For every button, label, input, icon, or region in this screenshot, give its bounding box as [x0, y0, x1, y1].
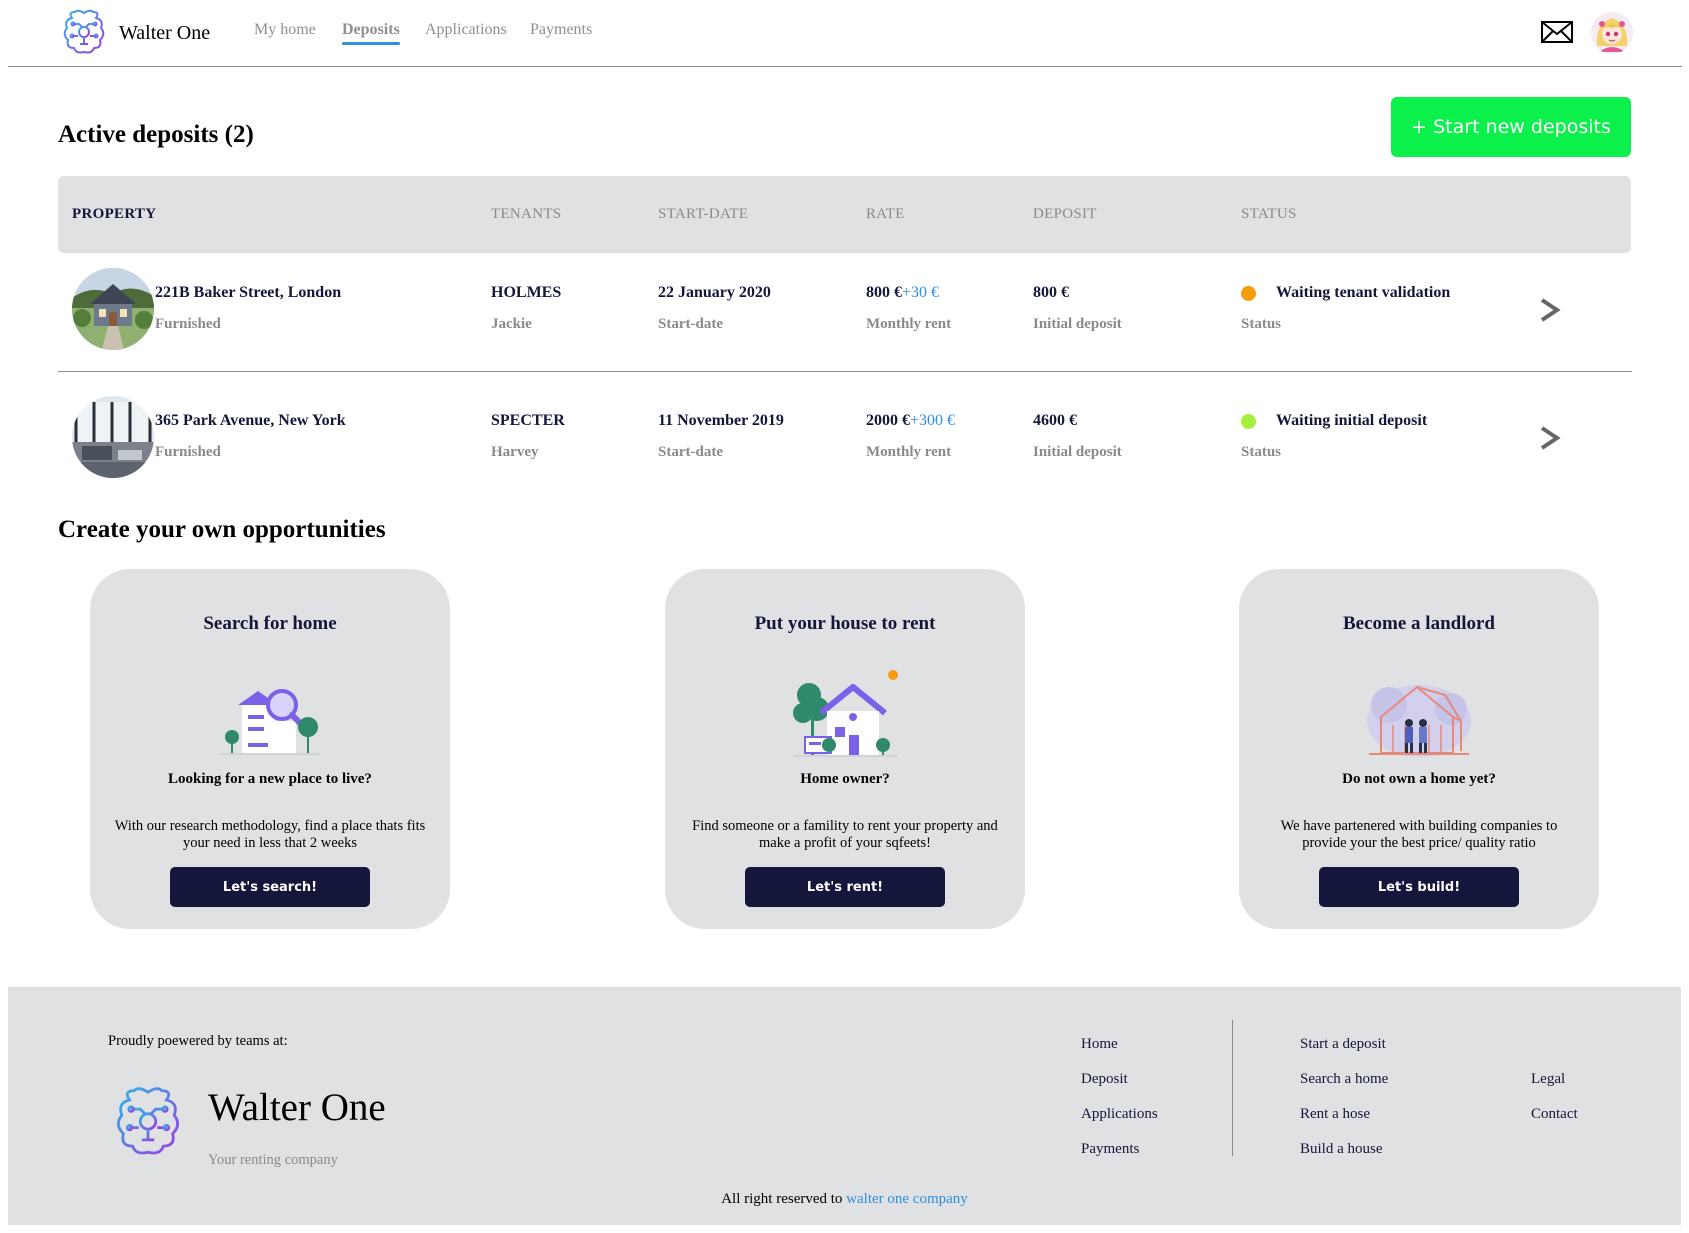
brain-circuit-logo-icon	[117, 1087, 179, 1155]
footer-link-search-home[interactable]: Search a home	[1300, 1071, 1388, 1088]
mail-icon[interactable]	[1541, 21, 1573, 43]
top-navigation-bar: Walter One My home Deposits Applications…	[8, 0, 1682, 67]
deposit-value: 4600 €	[1033, 412, 1077, 429]
start-date-value: 11 November 2019	[658, 412, 784, 429]
start-date-value: 22 January 2020	[658, 284, 771, 301]
lets-build-button[interactable]: Let's build!	[1319, 867, 1519, 907]
footer-link-home[interactable]: Home	[1081, 1036, 1118, 1053]
deposit-value: 800 €	[1033, 284, 1069, 301]
property-address: 221B Baker Street, London	[155, 284, 342, 301]
card-question: Do not own a home yet?	[1342, 771, 1496, 787]
property-address: 365 Park Avenue, New York	[155, 412, 346, 429]
property-photo	[72, 268, 154, 350]
column-header-deposit: DEPOSIT	[1033, 206, 1097, 222]
nav-my-home[interactable]: My home	[254, 21, 316, 39]
company-link[interactable]: walter one company	[846, 1191, 968, 1207]
footer-brand: Walter One	[208, 1086, 386, 1129]
user-avatar[interactable]	[1591, 12, 1633, 54]
start-date-label: Start-date	[658, 444, 723, 460]
tenant-last-name: SPECTER	[491, 412, 565, 429]
nav-applications[interactable]: Applications	[425, 21, 507, 39]
footer-link-applications[interactable]: Applications	[1081, 1106, 1158, 1123]
column-header-status: STATUS	[1241, 206, 1297, 222]
card-question: Home owner?	[800, 771, 890, 787]
chevron-right-icon[interactable]	[1539, 425, 1561, 451]
card-title: Become a landlord	[1343, 613, 1495, 634]
deposit-label: Initial deposit	[1033, 444, 1122, 460]
row-divider	[58, 371, 1632, 372]
chevron-right-icon[interactable]	[1539, 297, 1561, 323]
active-deposits-title: Active deposits (2)	[58, 121, 254, 148]
card-title: Put your house to rent	[754, 613, 936, 634]
opportunity-card-search: Search for home Looking for a new place …	[90, 569, 450, 929]
start-date-label: Start-date	[658, 316, 723, 332]
column-header-property: PROPERTY	[72, 206, 157, 222]
status-label: Status	[1241, 316, 1282, 332]
brand-name: Walter One	[119, 22, 211, 44]
lets-rent-button[interactable]: Let's rent!	[745, 867, 945, 907]
deposit-row[interactable]: 221B Baker Street, London Furnished HOLM…	[58, 262, 1631, 372]
opportunity-card-landlord: Become a landlord Do not own a home yet?…	[1239, 569, 1599, 929]
footer: Proudly poewered by teams at: Walter One…	[8, 987, 1681, 1225]
rent-value: 800 €+30 €	[866, 284, 939, 302]
column-header-tenants: TENANTS	[491, 206, 562, 222]
nav-deposits[interactable]: Deposits	[342, 21, 400, 45]
status-text: Waiting initial deposit	[1276, 412, 1428, 429]
footer-link-payments[interactable]: Payments	[1081, 1141, 1139, 1158]
footer-tagline: Your renting company	[208, 1152, 338, 1168]
card-description: Find someone or a famility to rent your …	[692, 818, 998, 851]
card-question: Looking for a new place to live?	[168, 771, 372, 787]
start-new-deposit-button[interactable]: + Start new deposits	[1391, 97, 1631, 157]
status-text: Waiting tenant validation	[1276, 284, 1451, 301]
card-title: Search for home	[203, 613, 337, 634]
rent-amount: 800 €	[866, 284, 902, 301]
opportunity-card-rent: Put your house to rent Home owner? Find …	[665, 569, 1025, 929]
rent-amount: 2000 €	[866, 412, 910, 429]
property-furnishing: Furnished	[155, 444, 221, 460]
brain-circuit-logo-icon[interactable]	[58, 8, 110, 58]
footer-link-deposit[interactable]: Deposit	[1081, 1071, 1128, 1088]
deposit-label: Initial deposit	[1033, 316, 1122, 332]
rent-label: Monthly rent	[866, 316, 952, 332]
house-rent-icon	[793, 670, 898, 757]
footer-divider	[1232, 1020, 1233, 1156]
deposits-table-header: PROPERTY TENANTS START-DATE RATE DEPOSIT…	[58, 176, 1631, 253]
status-label: Status	[1241, 444, 1282, 460]
tenant-first-name: Jackie	[491, 316, 532, 332]
rent-extra: +300 €	[910, 412, 956, 429]
house-search-icon	[220, 689, 320, 755]
footer-link-rent-house[interactable]: Rent a hose	[1300, 1106, 1370, 1123]
property-furnishing: Furnished	[155, 316, 221, 332]
footer-link-legal[interactable]: Legal	[1531, 1071, 1565, 1088]
rent-value: 2000 €+300 €	[866, 412, 955, 430]
footer-copyright: All right reserved to walter one company	[8, 1191, 1681, 1208]
footer-link-contact[interactable]: Contact	[1531, 1106, 1578, 1123]
rent-extra: +30 €	[902, 284, 940, 301]
card-description: We have partenered with building compani…	[1280, 818, 1558, 851]
tenant-last-name: HOLMES	[491, 284, 562, 301]
avatar-image	[1591, 12, 1633, 54]
card-description: With our research methodology, find a pl…	[114, 818, 426, 851]
status-dot	[1241, 286, 1256, 301]
lets-search-button[interactable]: Let's search!	[170, 867, 370, 907]
nav-payments[interactable]: Payments	[530, 21, 592, 39]
column-header-rate: RATE	[866, 206, 905, 222]
copyright-text: All right reserved to	[721, 1191, 843, 1207]
house-build-icon	[1367, 685, 1471, 757]
deposit-row[interactable]: 365 Park Avenue, New York Furnished SPEC…	[58, 390, 1631, 500]
footer-link-build-house[interactable]: Build a house	[1300, 1141, 1383, 1158]
opportunities-title: Create your own opportunities	[58, 516, 386, 543]
tenant-first-name: Harvey	[491, 444, 539, 460]
rent-label: Monthly rent	[866, 444, 952, 460]
footer-powered-text: Proudly poewered by teams at:	[108, 1033, 288, 1049]
column-header-start-date: START-DATE	[658, 206, 749, 222]
footer-link-start-deposit[interactable]: Start a deposit	[1300, 1036, 1386, 1053]
property-photo	[72, 396, 154, 478]
status-dot	[1241, 414, 1256, 429]
